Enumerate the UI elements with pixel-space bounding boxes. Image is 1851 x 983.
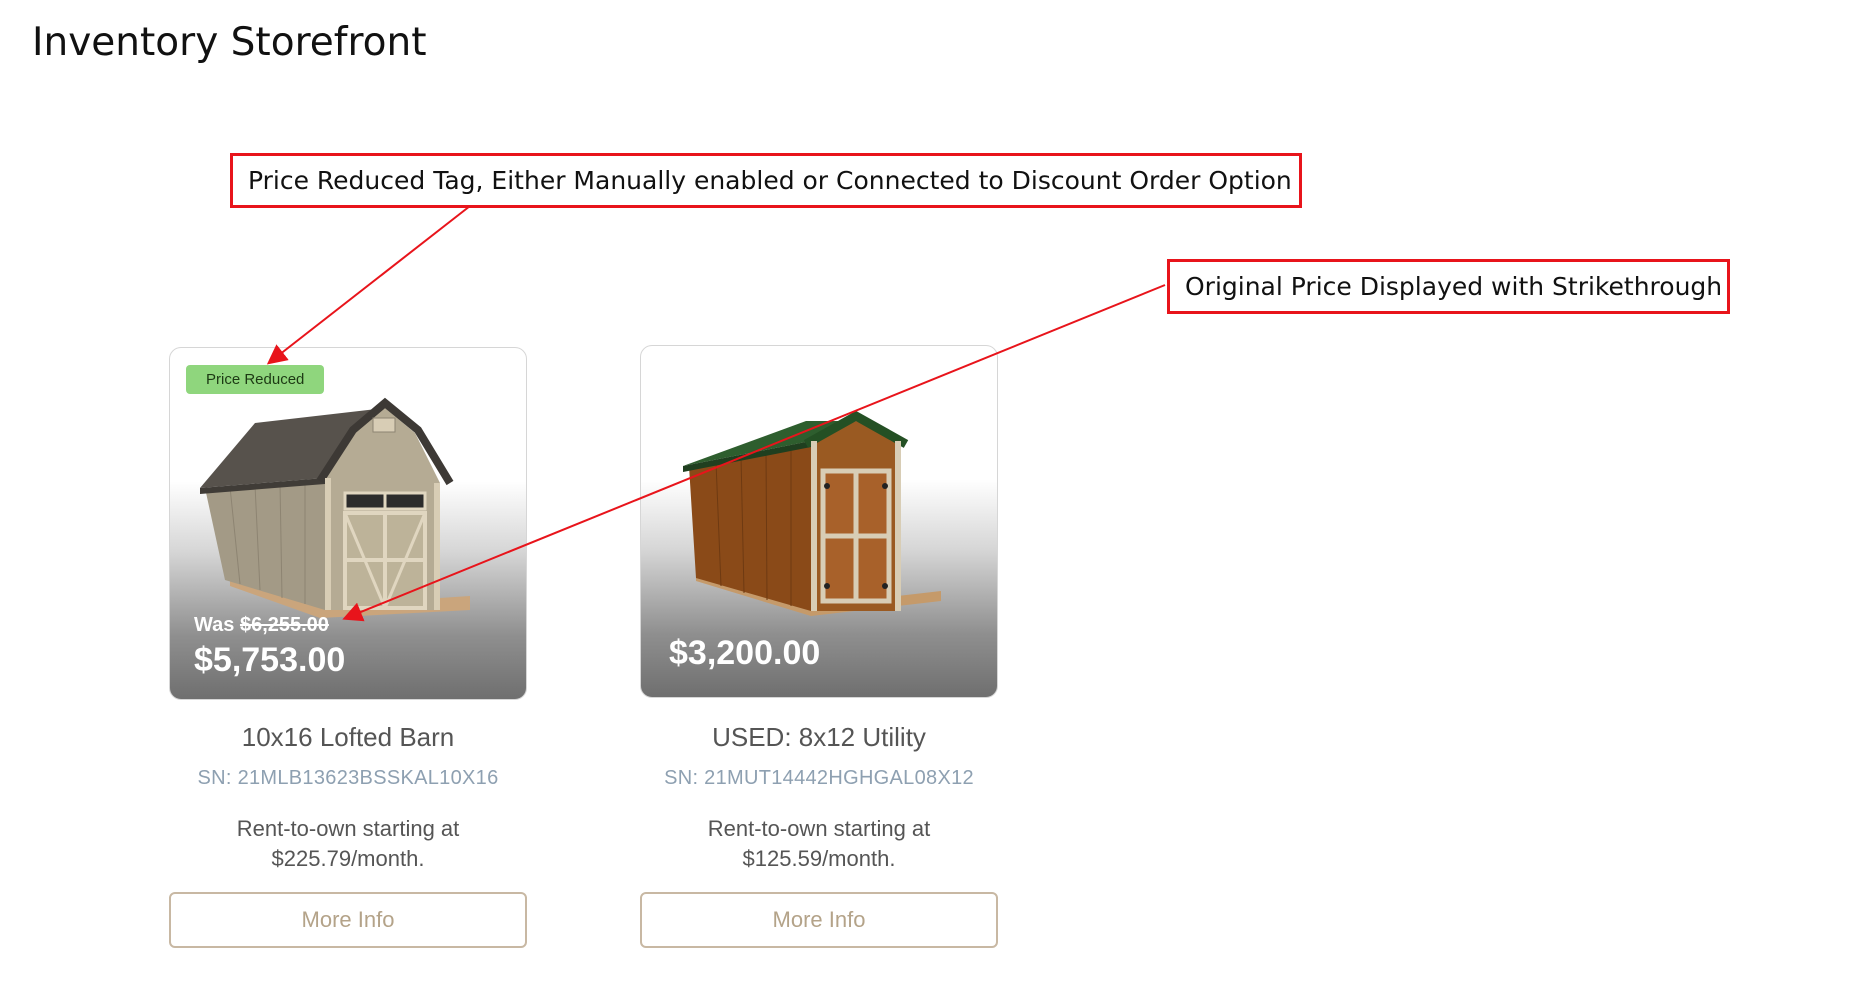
product-name[interactable]: 10x16 Lofted Barn — [169, 722, 527, 753]
product-name[interactable]: USED: 8x12 Utility — [640, 722, 998, 753]
product-card-image-utility[interactable]: $3,200.00 — [640, 345, 998, 698]
rent-to-own-text: Rent-to-own starting at $225.79/month. — [169, 814, 527, 874]
product-info-lofted-barn: 10x16 Lofted Barn SN: 21MLB13623BSSKAL10… — [169, 722, 527, 874]
price-reduced-arrow — [266, 205, 471, 365]
page-title: Inventory Storefront — [32, 20, 427, 65]
product-card-image-lofted-barn[interactable]: Price Reduced Was $6,255.00 $5,753.00 — [169, 347, 527, 700]
current-price: $3,200.00 — [669, 634, 821, 672]
rent-to-own-line: Rent-to-own starting at — [236, 816, 460, 841]
original-price-strikethrough: $6,255.00 — [239, 614, 329, 636]
was-price: Was $6,255.00 — [194, 614, 329, 637]
rent-to-own-amount: $225.79/month. — [271, 846, 425, 871]
rent-to-own-amount: $125.59/month. — [742, 846, 896, 871]
rent-to-own-line: Rent-to-own starting at — [707, 816, 931, 841]
price-reduced-callout-text: Price Reduced Tag, Either Manually enabl… — [248, 166, 1292, 195]
more-info-button[interactable]: More Info — [640, 892, 998, 948]
product-serial: SN: 21MUT14442HGHGAL08X12 — [664, 767, 974, 789]
rent-to-own-text: Rent-to-own starting at $125.59/month. — [640, 814, 998, 874]
price-reduced-tag: Price Reduced — [186, 365, 325, 394]
original-price-callout-text: Original Price Displayed with Strikethro… — [1185, 272, 1723, 301]
product-serial: SN: 21MLB13623BSSKAL10X16 — [197, 767, 499, 789]
price-reduced-callout: Price Reduced Tag, Either Manually enabl… — [230, 153, 1302, 208]
original-price-callout: Original Price Displayed with Strikethro… — [1167, 259, 1730, 314]
was-prefix: Was — [194, 614, 235, 636]
product-info-utility: USED: 8x12 Utility SN: 21MUT14442HGHGAL0… — [640, 722, 998, 874]
current-price: $5,753.00 — [194, 641, 346, 679]
more-info-button[interactable]: More Info — [169, 892, 527, 948]
